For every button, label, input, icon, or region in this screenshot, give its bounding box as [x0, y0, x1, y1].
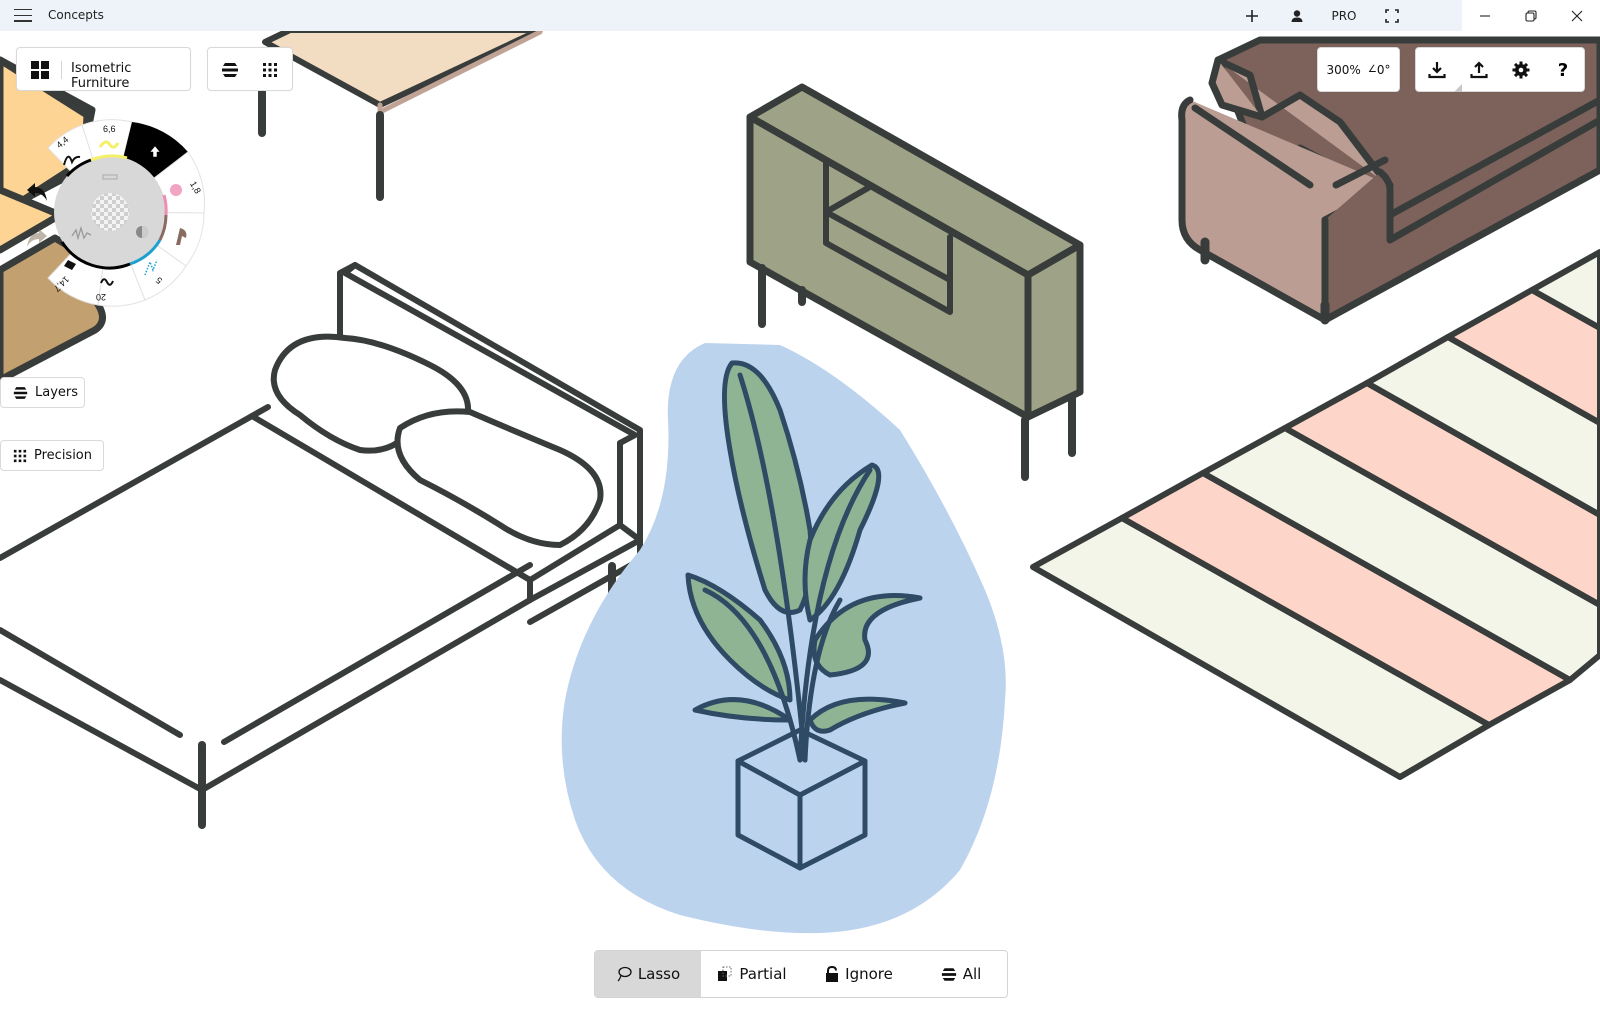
plus-icon — [1246, 9, 1258, 22]
lasso-icon — [617, 966, 632, 982]
export-button[interactable] — [1463, 54, 1495, 86]
selection-mode-all[interactable]: All — [915, 951, 1007, 997]
undo-button[interactable] — [24, 180, 50, 204]
document-title: Isometric Furniture — [71, 61, 132, 91]
share-upload-icon — [1470, 61, 1488, 79]
contrast-icon[interactable] — [136, 226, 148, 238]
new-drawing-button[interactable] — [1237, 0, 1267, 31]
layers-toggle-button[interactable] — [214, 54, 246, 86]
zoom-rotation-readout[interactable]: 300% ∠ 0° — [1317, 47, 1400, 92]
highlighter-size: 6,6 — [103, 124, 116, 134]
window-controls — [1462, 0, 1600, 31]
pro-label: PRO — [1331, 8, 1357, 23]
title-bar: Concepts PRO — [0, 0, 1600, 31]
help-icon: ? — [1557, 59, 1569, 81]
app-title: Concepts — [48, 8, 104, 22]
divider — [61, 61, 62, 79]
redo-icon — [27, 229, 47, 247]
precision-button[interactable]: Precision — [0, 440, 104, 471]
gear-icon — [1512, 61, 1530, 79]
import-button[interactable] — [1421, 54, 1453, 86]
canvas-artwork — [0, 27, 1600, 934]
precision-toggle-button[interactable] — [254, 54, 286, 86]
side-table — [258, 27, 543, 201]
pro-button[interactable]: PRO — [1326, 0, 1362, 31]
undo-icon — [27, 183, 47, 201]
grid-dots-icon — [263, 63, 277, 77]
hamburger-menu-icon[interactable] — [14, 9, 32, 22]
ignore-label: Ignore — [845, 965, 893, 983]
fullscreen-icon — [1385, 8, 1399, 23]
fullscreen-button[interactable] — [1377, 0, 1407, 31]
layers-icon — [13, 386, 28, 399]
view-toggles — [207, 47, 293, 91]
layers-icon — [941, 967, 956, 981]
rotation-angle: 0° — [1376, 62, 1391, 77]
layers-label: Layers — [35, 385, 79, 400]
zoom-level: 300% — [1326, 62, 1361, 77]
tool-wheel[interactable]: 4,4 6,6 1,8 5 20 14,7 — [33, 117, 208, 309]
redo-button[interactable] — [24, 226, 50, 250]
minimize-button[interactable] — [1462, 0, 1508, 31]
drawing-canvas[interactable] — [0, 0, 1600, 1017]
settings-button[interactable] — [1505, 54, 1537, 86]
all-label: All — [962, 965, 982, 983]
partial-select-icon — [718, 966, 732, 981]
help-button[interactable]: ? — [1547, 54, 1579, 86]
selection-mode-ignore[interactable]: Ignore — [803, 951, 915, 997]
gallery-button[interactable]: Isometric Furniture — [16, 47, 191, 91]
close-window-button[interactable] — [1554, 0, 1600, 31]
restore-button[interactable] — [1508, 0, 1554, 31]
brush-size: 20 — [96, 292, 106, 302]
minimize-icon — [1480, 14, 1490, 17]
selection-mode-lasso[interactable]: Lasso — [595, 951, 701, 997]
striped-rug — [1030, 249, 1600, 780]
submenu-indicator — [1454, 84, 1462, 92]
lasso-label: Lasso — [637, 965, 681, 983]
grid-icon — [31, 61, 49, 79]
angle-icon: ∠ — [1367, 64, 1377, 75]
airbrush-spray-icon — [170, 184, 182, 196]
lock-icon — [826, 966, 839, 982]
close-icon — [1571, 10, 1583, 21]
actions-toolbar: ? — [1415, 47, 1585, 92]
layers-button[interactable]: Layers — [0, 377, 85, 408]
selection-mode-bar: Lasso Partial Ignore All — [594, 950, 1008, 998]
account-button[interactable] — [1282, 0, 1312, 31]
bed — [0, 262, 643, 829]
partial-label: Partial — [739, 965, 787, 983]
selection-mode-partial[interactable]: Partial — [701, 951, 803, 997]
precision-label: Precision — [34, 448, 93, 463]
download-icon — [1428, 62, 1446, 79]
restore-icon — [1525, 9, 1537, 22]
user-icon — [1291, 9, 1303, 22]
layers-icon — [222, 63, 238, 77]
grid-dots-icon — [13, 449, 27, 462]
transparent-color-icon[interactable] — [91, 193, 129, 231]
